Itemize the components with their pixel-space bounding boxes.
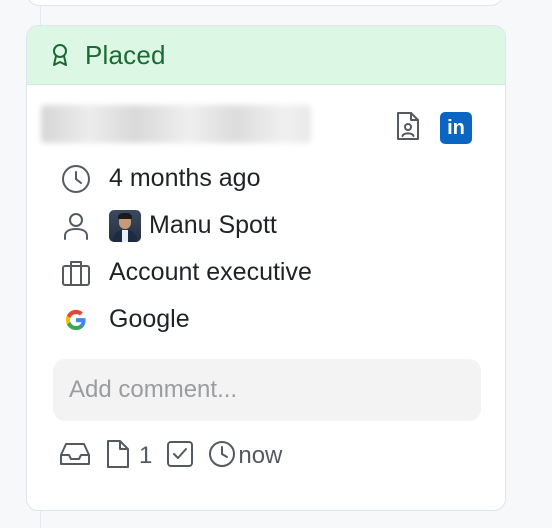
job-title-text[interactable]: Account executive [109,258,312,287]
clock-icon [60,163,92,195]
updated-time: now [208,440,282,473]
attachments-button[interactable]: 1 [105,439,152,474]
checkbox-icon [166,440,194,473]
detail-job: Account executive [60,249,505,296]
linkedin-label: in [447,116,465,139]
resume-document-icon[interactable] [395,111,421,141]
previous-card[interactable] [27,0,503,6]
time-ago-text: 4 months ago [109,164,261,192]
google-logo-icon [60,304,92,336]
detail-owner: Manu Spott [60,202,505,249]
clock-icon [208,440,236,473]
card-footer: 1 now [59,436,296,476]
file-icon [105,439,131,474]
card-status-header: Placed [27,26,505,85]
updated-time-text: now [238,442,283,469]
owner-avatar[interactable] [109,209,141,242]
inbox-tray-icon [59,440,91,473]
linkedin-icon[interactable]: in [440,112,472,144]
company-text[interactable]: Google [109,305,190,334]
person-icon [60,210,92,242]
briefcase-icon [60,257,92,289]
page: Placed in 4 months ago Manu Spott Accoun… [0,0,552,528]
candidate-name-redacted [41,105,311,143]
candidate-name-row: in [27,85,505,155]
candidate-card[interactable]: Placed in 4 months ago Manu Spott Accoun… [26,25,506,511]
attachments-count: 1 [139,442,153,469]
inbox-button[interactable] [59,440,91,473]
status-label: Placed [85,39,166,70]
candidate-details: 4 months ago Manu Spott Account executiv… [27,155,505,343]
award-ribbon-icon [49,42,71,68]
comment-input[interactable] [53,359,481,421]
detail-time: 4 months ago [60,155,505,202]
tasks-button[interactable] [166,440,194,473]
owner-name[interactable]: Manu Spott [149,211,277,240]
detail-company: Google [60,296,505,343]
